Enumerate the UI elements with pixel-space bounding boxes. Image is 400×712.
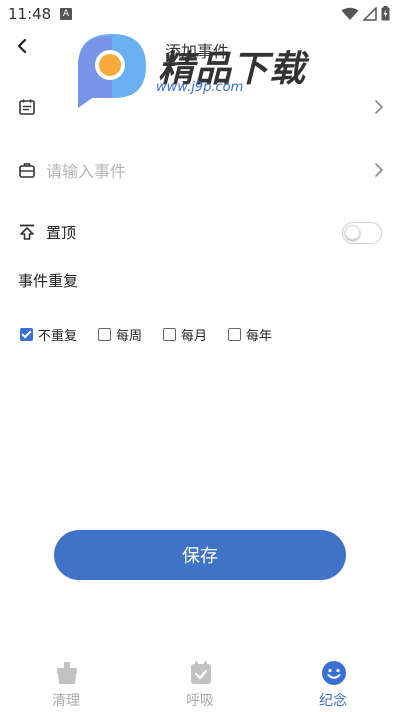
chevron-left-icon — [17, 38, 27, 54]
breath-icon — [191, 661, 211, 684]
repeat-option-yearly[interactable]: 每年 — [228, 325, 272, 344]
status-bar: 11:48 A — [0, 0, 400, 28]
pin-top-icon — [20, 224, 34, 240]
repeat-option-label: 每周 — [116, 329, 143, 344]
battery-icon — [381, 6, 390, 21]
chevron-right-icon — [375, 100, 383, 114]
toggle-knob — [345, 225, 360, 240]
tab-label: 呼吸 — [186, 693, 214, 709]
status-time: 11:48 — [8, 5, 52, 23]
back-button[interactable] — [10, 34, 34, 58]
repeat-option-none[interactable]: 不重复 — [20, 325, 77, 344]
tab-label: 纪念 — [319, 693, 347, 709]
event-input-row[interactable]: 请输入事件 — [0, 148, 400, 192]
tab-cleanup[interactable]: 清理 — [26, 655, 106, 712]
signal-icon — [363, 6, 377, 21]
repeat-option-label: 每年 — [246, 329, 273, 344]
repeat-options: 不重复 每周 每月 每年 — [20, 325, 293, 344]
tab-label: 清理 — [52, 693, 80, 709]
wifi-icon — [341, 7, 359, 20]
checkbox-icon[interactable] — [228, 328, 242, 341]
bottom-nav: 清理 呼吸 纪念 — [0, 655, 400, 712]
repeat-option-label: 每月 — [181, 329, 208, 344]
status-right — [341, 6, 390, 21]
briefcase-icon — [19, 163, 35, 178]
checkbox-icon[interactable] — [163, 328, 177, 341]
repeat-option-label: 不重复 — [38, 329, 78, 344]
calendar-icon — [19, 99, 35, 115]
date-row[interactable] — [0, 85, 400, 129]
notification-a-icon: A — [60, 8, 72, 20]
tab-breath[interactable]: 呼吸 — [160, 655, 240, 712]
smile-icon — [322, 661, 346, 685]
save-button[interactable]: 保存 — [54, 530, 346, 580]
repeat-title: 事件重复 — [18, 272, 79, 290]
cleanup-icon — [57, 662, 77, 684]
checkbox-checked-icon[interactable] — [20, 328, 33, 341]
pin-toggle[interactable] — [342, 222, 382, 244]
event-input[interactable]: 请输入事件 — [46, 158, 126, 182]
repeat-option-weekly[interactable]: 每周 — [98, 325, 142, 344]
repeat-option-monthly[interactable]: 每月 — [163, 325, 207, 344]
pin-label: 置顶 — [46, 223, 77, 242]
pin-row: 置顶 — [0, 210, 400, 254]
tab-memorial[interactable]: 纪念 — [293, 655, 373, 712]
checkbox-icon[interactable] — [98, 328, 112, 341]
chevron-right-icon — [375, 163, 383, 177]
